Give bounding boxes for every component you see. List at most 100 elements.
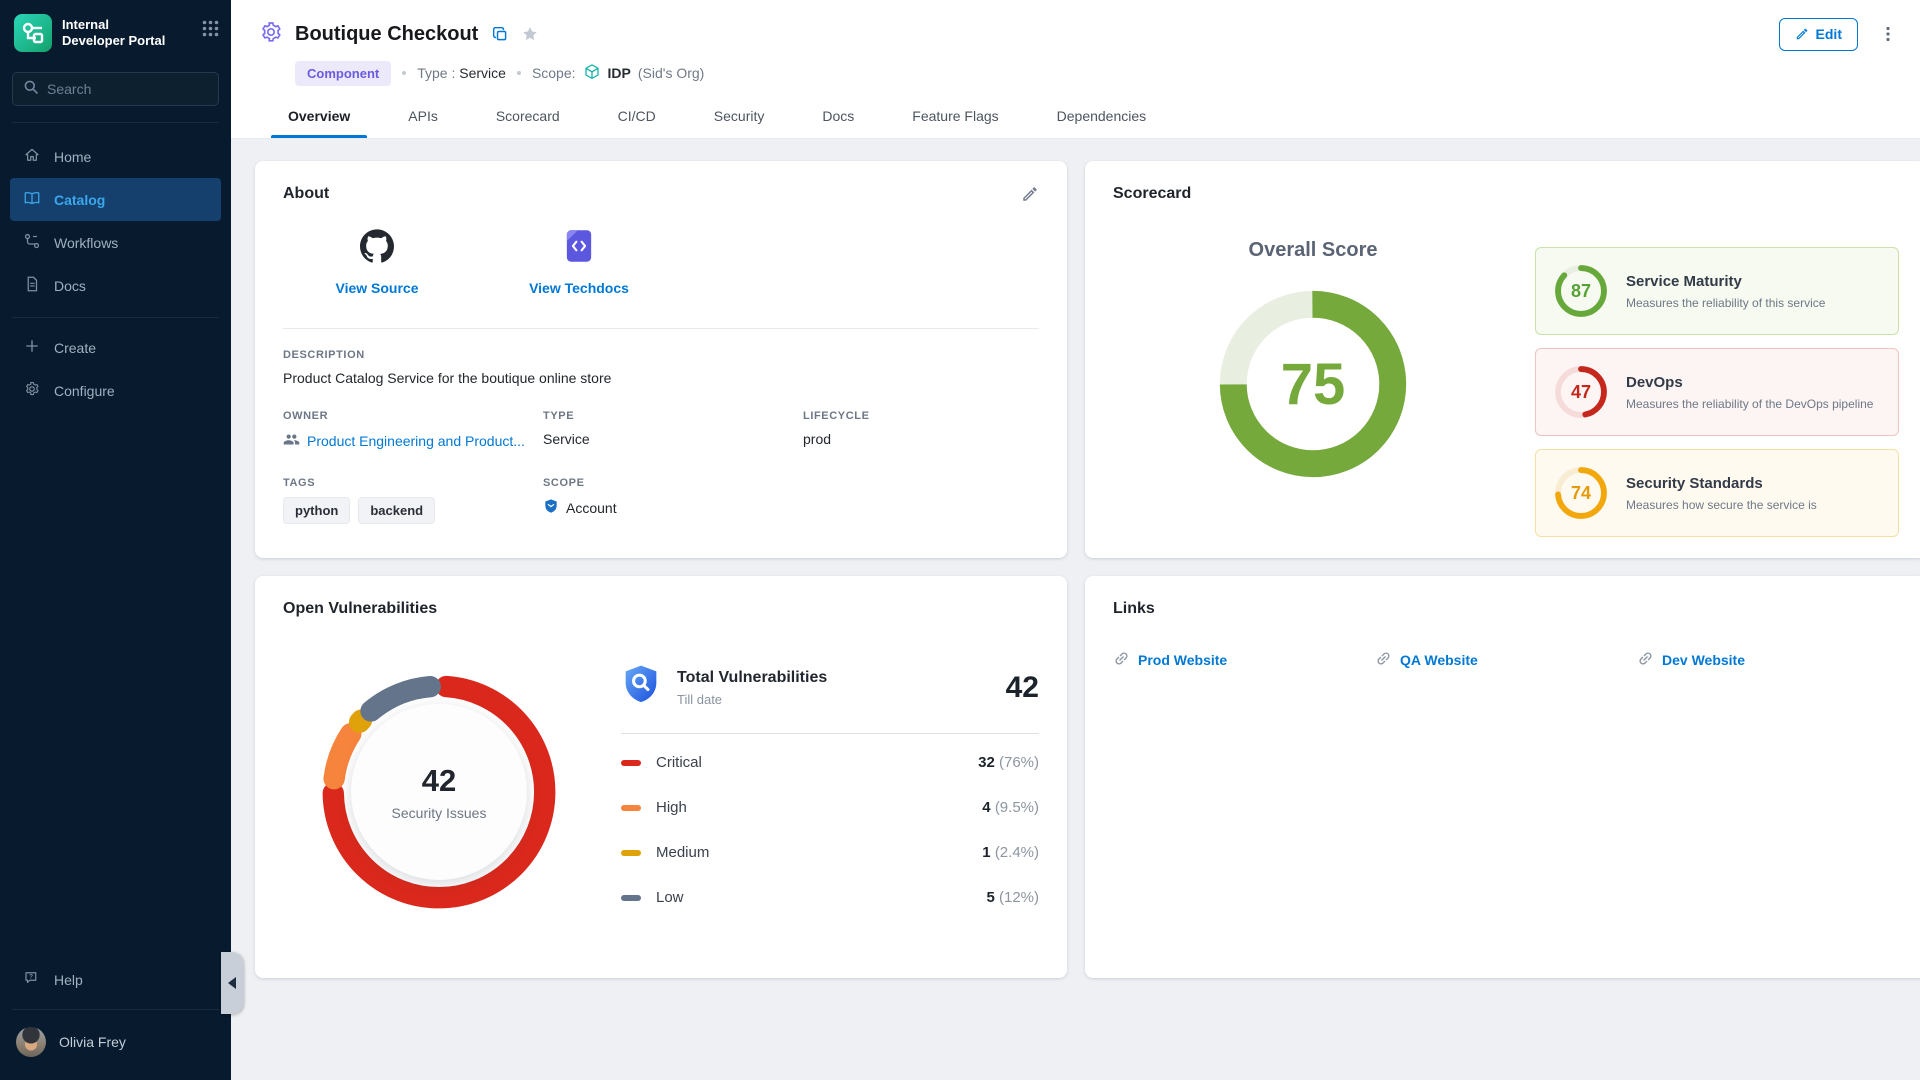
- owner-link[interactable]: Product Engineering and Product...: [283, 431, 543, 451]
- scorecard-list: 87 Service Maturity Measures the reliabi…: [1535, 217, 1899, 550]
- tab-docs[interactable]: Docs: [805, 94, 871, 138]
- critical-dash-icon: [621, 760, 641, 766]
- sidebar-item-home[interactable]: Home: [10, 135, 221, 178]
- service-maturity-gauge: 87: [1554, 264, 1608, 318]
- qa-website-link[interactable]: QA Website: [1375, 650, 1637, 670]
- scorecard-item-security-standards[interactable]: 74 Security Standards Measures how secur…: [1535, 449, 1899, 537]
- team-icon: [283, 431, 300, 451]
- techdocs-icon: [564, 229, 594, 268]
- account-shield-icon: [543, 498, 559, 517]
- overall-score-gauge: 75: [1209, 280, 1417, 488]
- dot-separator: [517, 71, 521, 75]
- security-issues-count: 42: [422, 763, 456, 799]
- legend-row-medium: Medium 1 (2.4%): [621, 830, 1039, 875]
- cube-icon: [583, 63, 601, 84]
- tab-scorecard[interactable]: Scorecard: [479, 94, 577, 138]
- svg-text:?: ?: [29, 974, 33, 981]
- tag-chip[interactable]: python: [283, 497, 350, 524]
- about-title: About: [283, 185, 329, 203]
- sidebar-nav: Home Catalog Workflows Docs Create Con: [0, 123, 231, 412]
- app-root: Internal Developer Portal: [0, 0, 1920, 1080]
- component-badge: Component: [295, 61, 391, 86]
- sidebar-item-create[interactable]: Create: [10, 326, 221, 369]
- total-vulnerabilities-value: 42: [1006, 671, 1039, 705]
- user-menu[interactable]: Olivia Frey: [10, 1018, 221, 1066]
- low-dash-icon: [621, 895, 641, 901]
- breadcrumb: Component Type : Service Scope: IDP (Sid…: [295, 60, 1896, 86]
- tab-apis[interactable]: APIs: [391, 94, 455, 138]
- sidebar-item-label: Docs: [54, 278, 86, 294]
- link-icon: [1113, 650, 1130, 670]
- type-value: Service: [459, 65, 506, 81]
- help-chat-icon: ?: [23, 969, 41, 990]
- security-standards-gauge: 74: [1554, 466, 1608, 520]
- legend-row-low: Low 5 (12%): [621, 875, 1039, 920]
- scorecard-title: Scorecard: [1113, 185, 1899, 203]
- search-input[interactable]: [47, 81, 208, 97]
- overall-score-block: Overall Score 75: [1113, 217, 1513, 550]
- sidebar-item-label: Configure: [54, 383, 115, 399]
- vulnerabilities-title: Open Vulnerabilities: [283, 600, 1039, 618]
- owner-field: OWNER Product Engineering and Product...: [283, 410, 543, 451]
- view-source-link[interactable]: View Source: [317, 229, 437, 296]
- sidebar-item-workflows[interactable]: Workflows: [10, 221, 221, 264]
- sidebar-divider: [12, 1009, 219, 1010]
- sidebar-item-help[interactable]: ? Help: [10, 958, 221, 1001]
- sidebar-item-label: Help: [54, 972, 83, 988]
- sidebar-collapse-handle[interactable]: [221, 952, 243, 1014]
- scorecard-item-devops[interactable]: 47 DevOps Measures the reliability of th…: [1535, 348, 1899, 436]
- sidebar: Internal Developer Portal: [0, 0, 231, 1080]
- tag-chip[interactable]: backend: [358, 497, 435, 524]
- idp-logo-icon: [14, 14, 52, 52]
- sidebar-item-label: Create: [54, 340, 96, 356]
- description-value: Product Catalog Service for the boutique…: [283, 370, 1039, 386]
- scorecard-item-service-maturity[interactable]: 87 Service Maturity Measures the reliabi…: [1535, 247, 1899, 335]
- collapse-arrow-icon: [228, 977, 236, 989]
- star-icon[interactable]: [521, 25, 539, 43]
- view-techdocs-link[interactable]: View Techdocs: [519, 229, 639, 296]
- dev-website-link[interactable]: Dev Website: [1637, 650, 1899, 670]
- kebab-menu-icon[interactable]: [1880, 25, 1896, 43]
- home-icon: [23, 146, 41, 167]
- scope-field: SCOPE Account: [543, 477, 803, 524]
- logo-row: Internal Developer Portal: [0, 0, 231, 58]
- till-date-label: Till date: [677, 692, 827, 707]
- tab-dependencies[interactable]: Dependencies: [1040, 94, 1164, 138]
- edit-about-pencil-icon[interactable]: [1021, 185, 1039, 203]
- divider: [621, 733, 1039, 734]
- medium-dash-icon: [621, 850, 641, 856]
- link-icon: [1637, 650, 1654, 670]
- dot-separator: [402, 71, 406, 75]
- scope-org: (Sid's Org): [638, 65, 704, 81]
- portal-title: Internal Developer Portal: [62, 17, 202, 49]
- about-card: About View Source: [255, 161, 1067, 558]
- tab-overview[interactable]: Overview: [271, 94, 367, 138]
- sidebar-item-label: Catalog: [54, 192, 105, 208]
- security-issues-label: Security Issues: [392, 805, 487, 821]
- tags-field: TAGS python backend: [283, 477, 543, 524]
- sidebar-item-catalog[interactable]: Catalog: [10, 178, 221, 221]
- sidebar-item-docs[interactable]: Docs: [10, 264, 221, 307]
- tab-feature-flags[interactable]: Feature Flags: [895, 94, 1015, 138]
- lifecycle-field: LIFECYCLE prod: [803, 410, 1039, 451]
- page-header: Boutique Checkout Edit Component: [231, 0, 1920, 139]
- vulnerabilities-donut: 42 Security Issues: [317, 670, 561, 914]
- description-label: DESCRIPTION: [283, 349, 1039, 361]
- content-grid: About View Source: [231, 139, 1920, 978]
- legend-row-critical: Critical 32 (76%): [621, 740, 1039, 785]
- tab-cicd[interactable]: CI/CD: [601, 94, 673, 138]
- search-box[interactable]: [12, 72, 219, 106]
- devops-gauge: 47: [1554, 365, 1608, 419]
- tab-security[interactable]: Security: [697, 94, 782, 138]
- sidebar-item-label: Home: [54, 149, 91, 165]
- copy-icon[interactable]: [492, 26, 509, 43]
- sidebar-item-configure[interactable]: Configure: [10, 369, 221, 412]
- apps-grid-icon[interactable]: [202, 20, 219, 42]
- prod-website-link[interactable]: Prod Website: [1113, 650, 1375, 670]
- plus-icon: [23, 337, 41, 358]
- overall-score-value: 75: [1209, 280, 1417, 488]
- sidebar-item-label: Workflows: [54, 235, 118, 251]
- document-icon: [23, 275, 41, 296]
- main-area: Boutique Checkout Edit Component: [231, 0, 1920, 1080]
- edit-button[interactable]: Edit: [1779, 18, 1858, 51]
